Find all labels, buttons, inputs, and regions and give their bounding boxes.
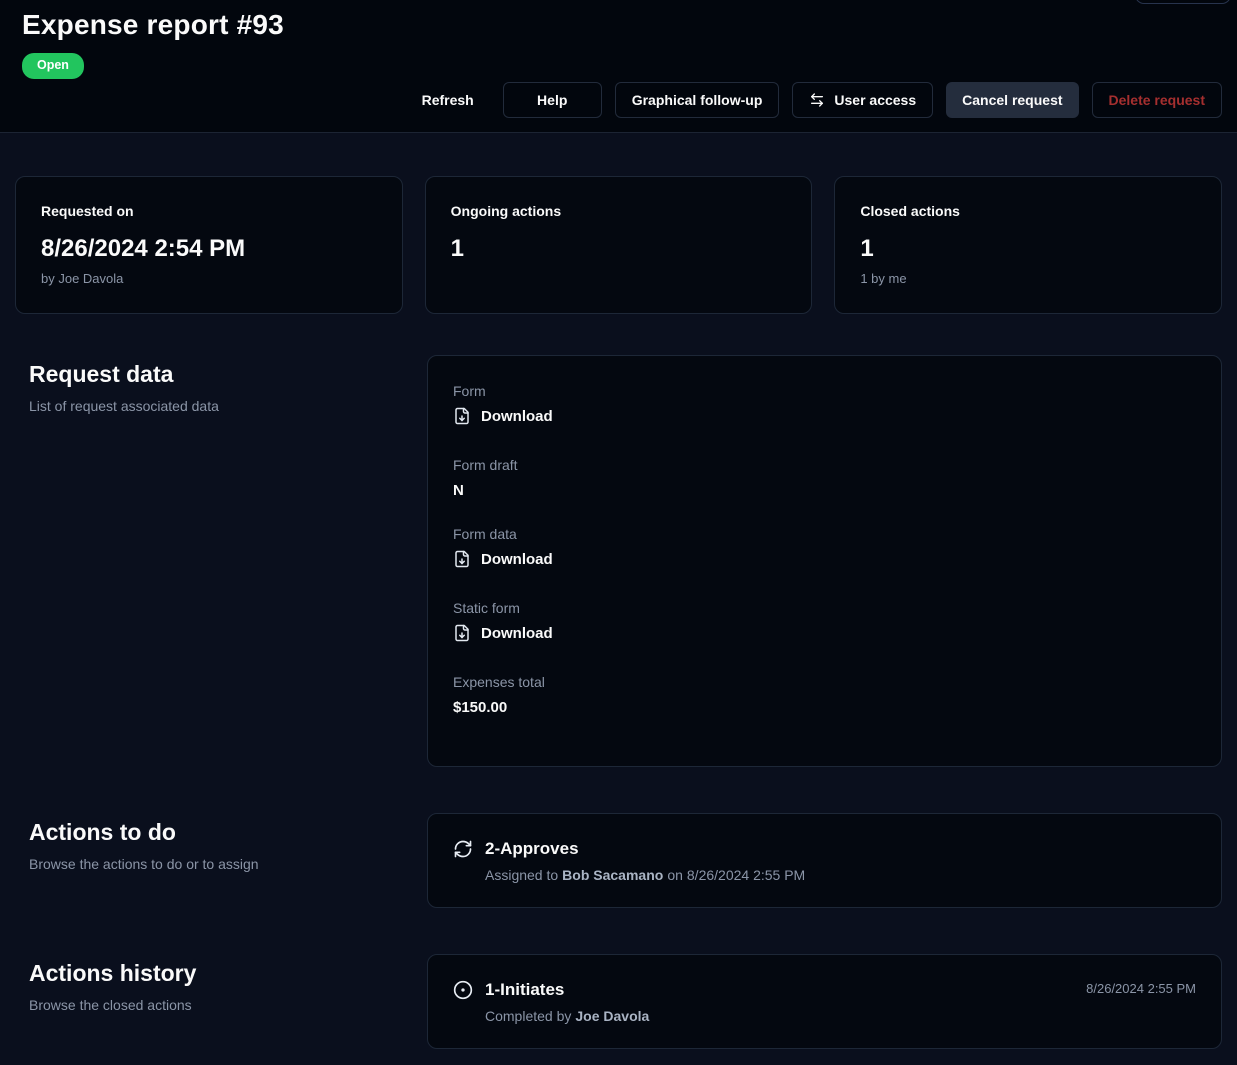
action-main: 1-Initiates Completed byJoe Davola <box>453 979 649 1024</box>
completed-by-name: Joe Davola <box>575 1008 649 1024</box>
actions-to-do-section: Actions to do Browse the actions to do o… <box>15 813 1222 908</box>
history-timestamp: 8/26/2024 2:55 PM <box>1086 981 1196 996</box>
form-data-field: Form data Download <box>453 526 1196 573</box>
section-heading: Request data <box>29 359 397 389</box>
file-down-icon <box>453 407 471 425</box>
refresh-icon <box>453 839 473 859</box>
cancel-request-button[interactable]: Cancel request <box>946 82 1078 118</box>
request-data-section: Request data List of request associated … <box>15 355 1222 767</box>
on-word: on <box>667 867 683 883</box>
download-label: Download <box>481 408 553 425</box>
card-subtext <box>451 271 787 286</box>
card-title: Ongoing actions <box>451 203 787 219</box>
action-history-item[interactable]: 1-Initiates Completed byJoe Davola 8/26/… <box>427 954 1222 1049</box>
field-label: Form <box>453 383 1196 399</box>
section-subheading: Browse the closed actions <box>29 997 397 1013</box>
form-draft-value: N <box>453 482 1196 499</box>
field-label: Form data <box>453 526 1196 542</box>
request-data-panel: Form Download Form draft N Form <box>427 355 1222 767</box>
requested-on-card: Requested on 8/26/2024 2:54 PM by Joe Da… <box>15 176 403 314</box>
card-title: Requested on <box>41 203 377 219</box>
toolbar: Refresh Help Graphical follow-up User ac… <box>406 82 1222 118</box>
form-field: Form Download <box>453 383 1196 430</box>
main-content: Requested on 8/26/2024 2:54 PM by Joe Da… <box>0 176 1237 1049</box>
summary-cards-row: Requested on 8/26/2024 2:54 PM by Joe Da… <box>15 176 1222 314</box>
user-access-button[interactable]: User access <box>792 82 933 118</box>
form-download-link[interactable]: Download <box>453 407 553 425</box>
expense-report-page: Expense report #93 Open Refresh Help Gra… <box>0 0 1237 1065</box>
action-title: 1-Initiates <box>485 979 649 1001</box>
form-draft-field: Form draft N <box>453 457 1196 499</box>
static-form-download-link[interactable]: Download <box>453 624 553 642</box>
page-title: Expense report #93 <box>22 6 1222 44</box>
request-data-card: Form Download Form draft N Form <box>427 355 1222 767</box>
arrows-left-right-icon <box>809 92 825 108</box>
expenses-total-field: Expenses total $150.00 <box>453 674 1196 716</box>
user-access-label: User access <box>834 92 916 108</box>
closed-actions-card: Closed actions 1 1 by me <box>834 176 1222 314</box>
assignee-name: Bob Sacamano <box>562 867 663 883</box>
download-label: Download <box>481 625 553 642</box>
action-text: 2-Approves Assigned toBob Sacamanoon8/26… <box>485 838 805 883</box>
requested-on-value: 8/26/2024 2:54 PM <box>41 234 377 264</box>
download-label: Download <box>481 551 553 568</box>
file-down-icon <box>453 624 471 642</box>
help-button[interactable]: Help <box>503 82 602 118</box>
file-down-icon <box>453 550 471 568</box>
request-data-heading-block: Request data List of request associated … <box>15 355 427 414</box>
actions-to-do-heading-block: Actions to do Browse the actions to do o… <box>15 813 427 872</box>
completed-prefix: Completed by <box>485 1008 571 1024</box>
requested-by: by Joe Davola <box>41 271 377 286</box>
expenses-total-value: $150.00 <box>453 699 1196 716</box>
scrolled-element-fragment <box>1135 0 1231 4</box>
actions-history-heading-block: Actions history Browse the closed action… <box>15 954 427 1013</box>
section-heading: Actions history <box>29 958 397 988</box>
delete-request-button[interactable]: Delete request <box>1092 82 1222 118</box>
static-form-field: Static form Download <box>453 600 1196 647</box>
field-label: Expenses total <box>453 674 1196 690</box>
actions-to-do-panel: 2-Approves Assigned toBob Sacamanoon8/26… <box>427 813 1222 908</box>
closed-actions-count: 1 <box>860 234 1196 264</box>
closed-by-me-count: 1 by me <box>860 271 1196 286</box>
section-subheading: List of request associated data <box>29 398 397 414</box>
status-badge: Open <box>22 53 84 79</box>
refresh-button[interactable]: Refresh <box>406 82 490 118</box>
graphical-follow-up-button[interactable]: Graphical follow-up <box>615 82 780 118</box>
field-label: Form draft <box>453 457 1196 473</box>
action-title: 2-Approves <box>485 838 805 860</box>
ongoing-actions-count: 1 <box>451 234 787 264</box>
ongoing-actions-card: Ongoing actions 1 <box>425 176 813 314</box>
section-heading: Actions to do <box>29 817 397 847</box>
actions-history-section: Actions history Browse the closed action… <box>15 954 1222 1049</box>
assigned-prefix: Assigned to <box>485 867 558 883</box>
assigned-timestamp: 8/26/2024 2:55 PM <box>687 867 805 883</box>
card-title: Closed actions <box>860 203 1196 219</box>
page-header: Expense report #93 Open Refresh Help Gra… <box>0 0 1237 133</box>
actions-history-panel: 1-Initiates Completed byJoe Davola 8/26/… <box>427 954 1222 1049</box>
action-completion: Completed byJoe Davola <box>485 1008 649 1024</box>
action-to-do-item[interactable]: 2-Approves Assigned toBob Sacamanoon8/26… <box>427 813 1222 908</box>
action-assignment: Assigned toBob Sacamanoon8/26/2024 2:55 … <box>485 867 805 883</box>
action-main: 2-Approves Assigned toBob Sacamanoon8/26… <box>453 838 805 883</box>
action-text: 1-Initiates Completed byJoe Davola <box>485 979 649 1024</box>
form-data-download-link[interactable]: Download <box>453 550 553 568</box>
field-label: Static form <box>453 600 1196 616</box>
section-subheading: Browse the actions to do or to assign <box>29 856 397 872</box>
circle-dot-icon <box>453 980 473 1000</box>
